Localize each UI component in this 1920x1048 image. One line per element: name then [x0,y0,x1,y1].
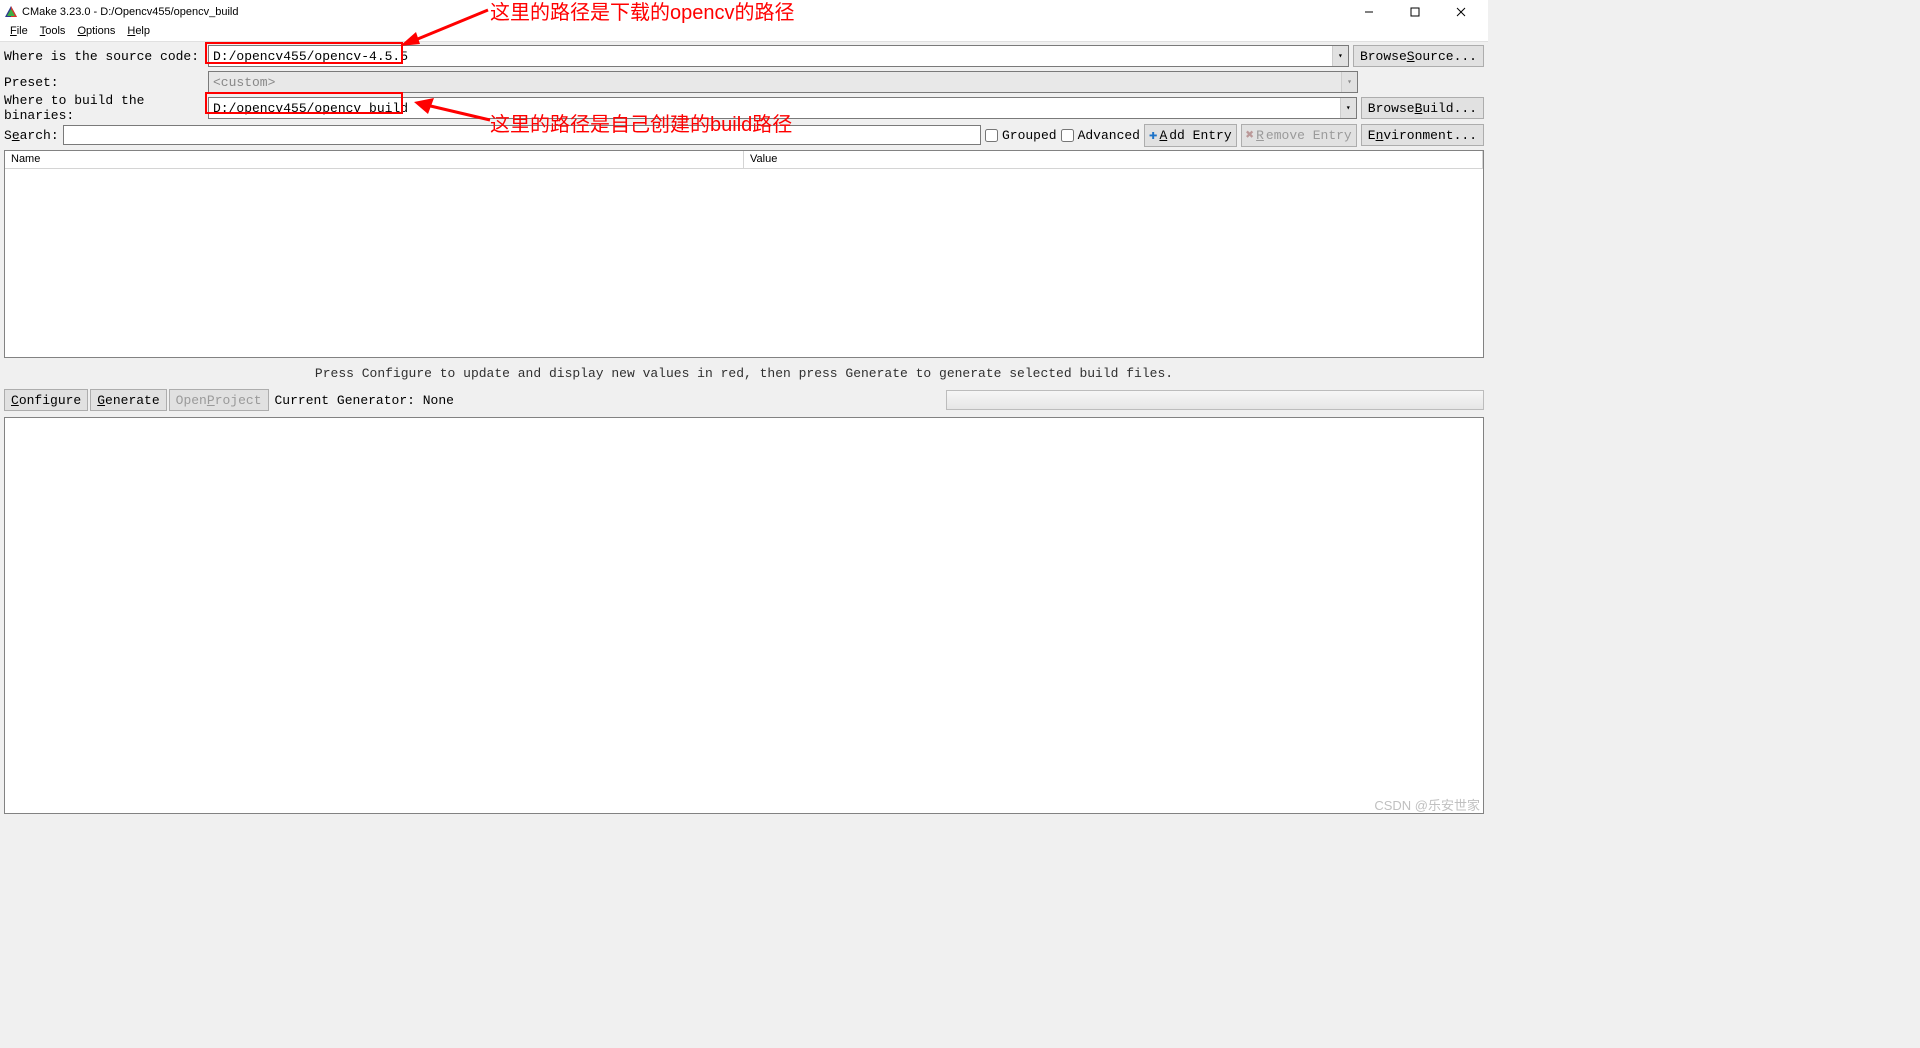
chevron-down-icon[interactable]: ▾ [1340,98,1356,118]
preset-select: <custom> ▾ [208,71,1358,93]
status-message: Press Configure to update and display ne… [0,360,1488,387]
configure-button[interactable]: Configure [4,389,88,411]
generate-button[interactable]: Generate [90,389,166,411]
source-value: D:/opencv455/opencv-4.5.5 [213,49,408,64]
chevron-down-icon[interactable]: ▾ [1332,46,1348,66]
add-entry-button[interactable]: ✚ Add Entry [1144,124,1237,147]
build-value: D:/opencv455/opencv_build [213,101,408,116]
remove-entry-button: ✖ Remove Entry [1241,124,1357,147]
search-input[interactable] [63,125,981,145]
browse-build-button[interactable]: Browse Build... [1361,97,1484,119]
watermark: CSDN @乐安世家 [1374,795,1480,814]
menu-help[interactable]: Help [121,25,156,37]
chevron-down-icon: ▾ [1341,72,1357,92]
grouped-checkbox[interactable]: Grouped [985,128,1057,143]
col-value[interactable]: Value [744,151,1483,168]
menu-file[interactable]: File [4,25,34,37]
output-pane[interactable] [4,417,1484,814]
current-generator-label: Current Generator: None [275,393,454,408]
titlebar: CMake 3.23.0 - D:/Opencv455/opencv_build [0,0,1488,22]
menu-tools[interactable]: Tools [34,25,72,37]
app-icon [4,5,18,19]
preset-value: <custom> [213,75,275,90]
close-button[interactable] [1438,2,1484,22]
table-body [5,169,1483,357]
maximize-button[interactable] [1392,2,1438,22]
plus-icon: ✚ [1149,127,1157,144]
minimize-button[interactable] [1346,2,1392,22]
minus-icon: ✖ [1246,127,1254,144]
menu-options[interactable]: Options [71,25,121,37]
config-table[interactable]: Name Value [4,150,1484,358]
environment-button[interactable]: Environment... [1361,124,1484,146]
preset-label: Preset: [4,75,204,90]
progress-bar [946,390,1484,410]
open-project-button: Open Project [169,389,269,411]
source-input[interactable]: D:/opencv455/opencv-4.5.5 ▾ [208,45,1349,67]
advanced-checkbox[interactable]: Advanced [1061,128,1140,143]
col-name[interactable]: Name [5,151,744,168]
build-label: Where to build the binaries: [4,93,204,123]
build-input[interactable]: D:/opencv455/opencv_build ▾ [208,97,1357,119]
menubar: File Tools Options Help [0,22,1488,42]
search-label: Search: [4,128,59,143]
browse-source-button[interactable]: Browse Source... [1353,45,1484,67]
source-label: Where is the source code: [4,49,204,64]
window-title: CMake 3.23.0 - D:/Opencv455/opencv_build [22,6,238,18]
